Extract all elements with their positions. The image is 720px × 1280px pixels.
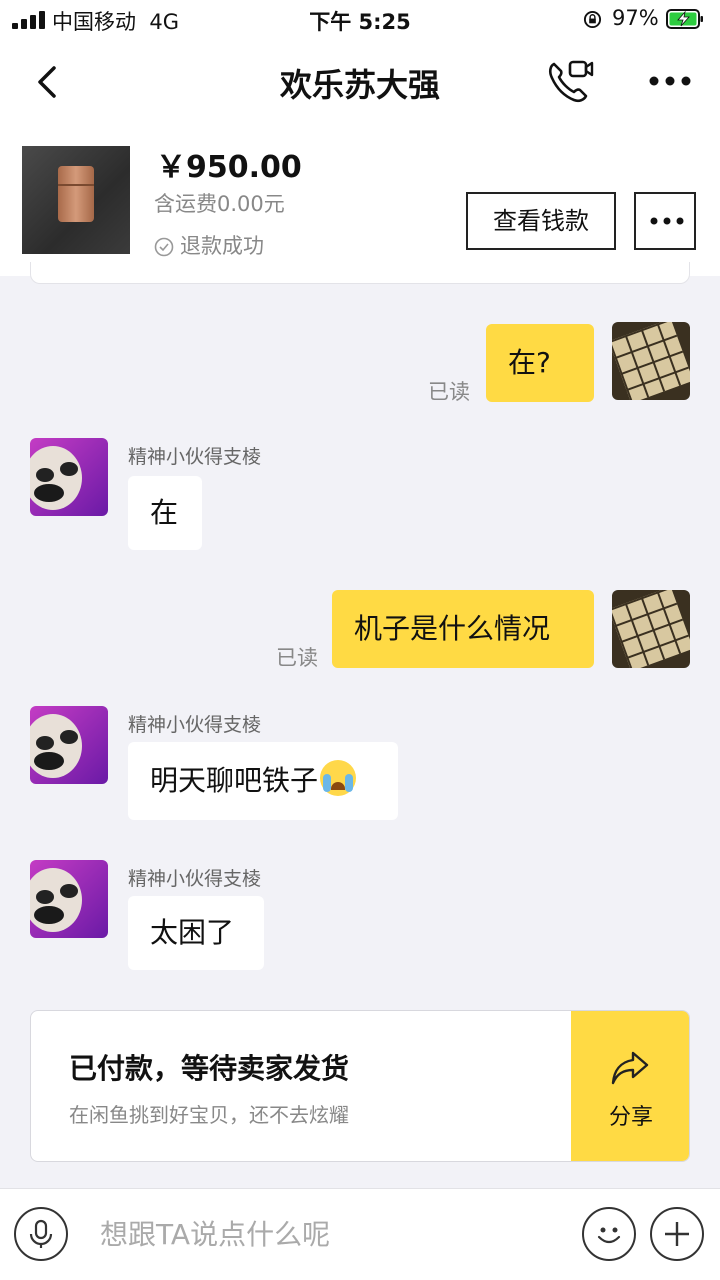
more-actions-button[interactable] (650, 1207, 704, 1261)
voice-button[interactable] (14, 1207, 68, 1261)
refund-status: 退款成功 (154, 230, 264, 260)
message-bubble-self[interactable]: 机子是什么情况 (332, 590, 594, 668)
status-bar: 中国移动 4G 下午 5:25 97% (0, 0, 720, 40)
product-more-button[interactable] (634, 192, 696, 250)
battery-charging-icon (666, 9, 703, 29)
plus-icon (665, 1222, 689, 1246)
order-status-card[interactable]: 已付款，等待卖家发货 在闲鱼挑到好宝贝，还不去炫耀 分享 (30, 1010, 690, 1162)
view-payment-button[interactable]: 查看钱款 (466, 192, 616, 250)
video-call-icon[interactable] (546, 58, 594, 104)
avatar[interactable] (30, 438, 108, 516)
read-receipt: 已读 (276, 646, 318, 670)
smiley-icon (597, 1227, 621, 1244)
share-arrow-icon (611, 1051, 649, 1085)
page-title: 欢乐苏大强 (279, 66, 440, 104)
message-bubble-other[interactable]: 在 (128, 476, 202, 550)
crying-emoji-icon (320, 760, 357, 796)
product-card[interactable]: ￥950.00 含运费0.00元 退款成功 查看钱款 (0, 124, 720, 276)
avatar[interactable] (612, 322, 690, 400)
message-text: 明天聊吧铁子 (150, 764, 319, 797)
message-input[interactable] (86, 1209, 556, 1259)
emoji-button[interactable] (582, 1207, 636, 1261)
message-bubble-self[interactable]: 在? (486, 324, 594, 402)
share-button[interactable]: 分享 (571, 1011, 689, 1161)
more-dots-icon (650, 217, 684, 225)
message-bubble-other[interactable]: 太困了 (128, 896, 264, 970)
share-label: 分享 (608, 1105, 653, 1130)
sender-name: 精神小伙得支棱 (128, 446, 262, 468)
avatar[interactable] (30, 706, 108, 784)
shipping-fee: 含运费0.00元 (154, 192, 285, 216)
product-price: ￥950.00 (156, 150, 302, 185)
more-dots-icon[interactable] (648, 74, 692, 88)
sender-name: 精神小伙得支棱 (128, 868, 262, 890)
order-status-title: 已付款，等待卖家发货 (69, 1052, 350, 1085)
rotation-lock-icon (583, 10, 602, 29)
refund-status-label: 退款成功 (180, 234, 264, 258)
sender-name: 精神小伙得支棱 (128, 714, 262, 736)
check-circle-icon (154, 237, 174, 257)
product-image[interactable] (22, 146, 130, 254)
message-input-bar (0, 1188, 720, 1280)
message-bubble-other[interactable]: 明天聊吧铁子 (128, 742, 398, 820)
avatar[interactable] (612, 590, 690, 668)
chat-header: 欢乐苏大强 (0, 40, 720, 124)
avatar[interactable] (30, 860, 108, 938)
card-divider (30, 262, 690, 284)
read-receipt: 已读 (428, 380, 470, 404)
battery-percent: 97% (612, 6, 659, 30)
microphone-icon (29, 1219, 53, 1248)
order-status-subtitle: 在闲鱼挑到好宝贝，还不去炫耀 (69, 1103, 349, 1127)
